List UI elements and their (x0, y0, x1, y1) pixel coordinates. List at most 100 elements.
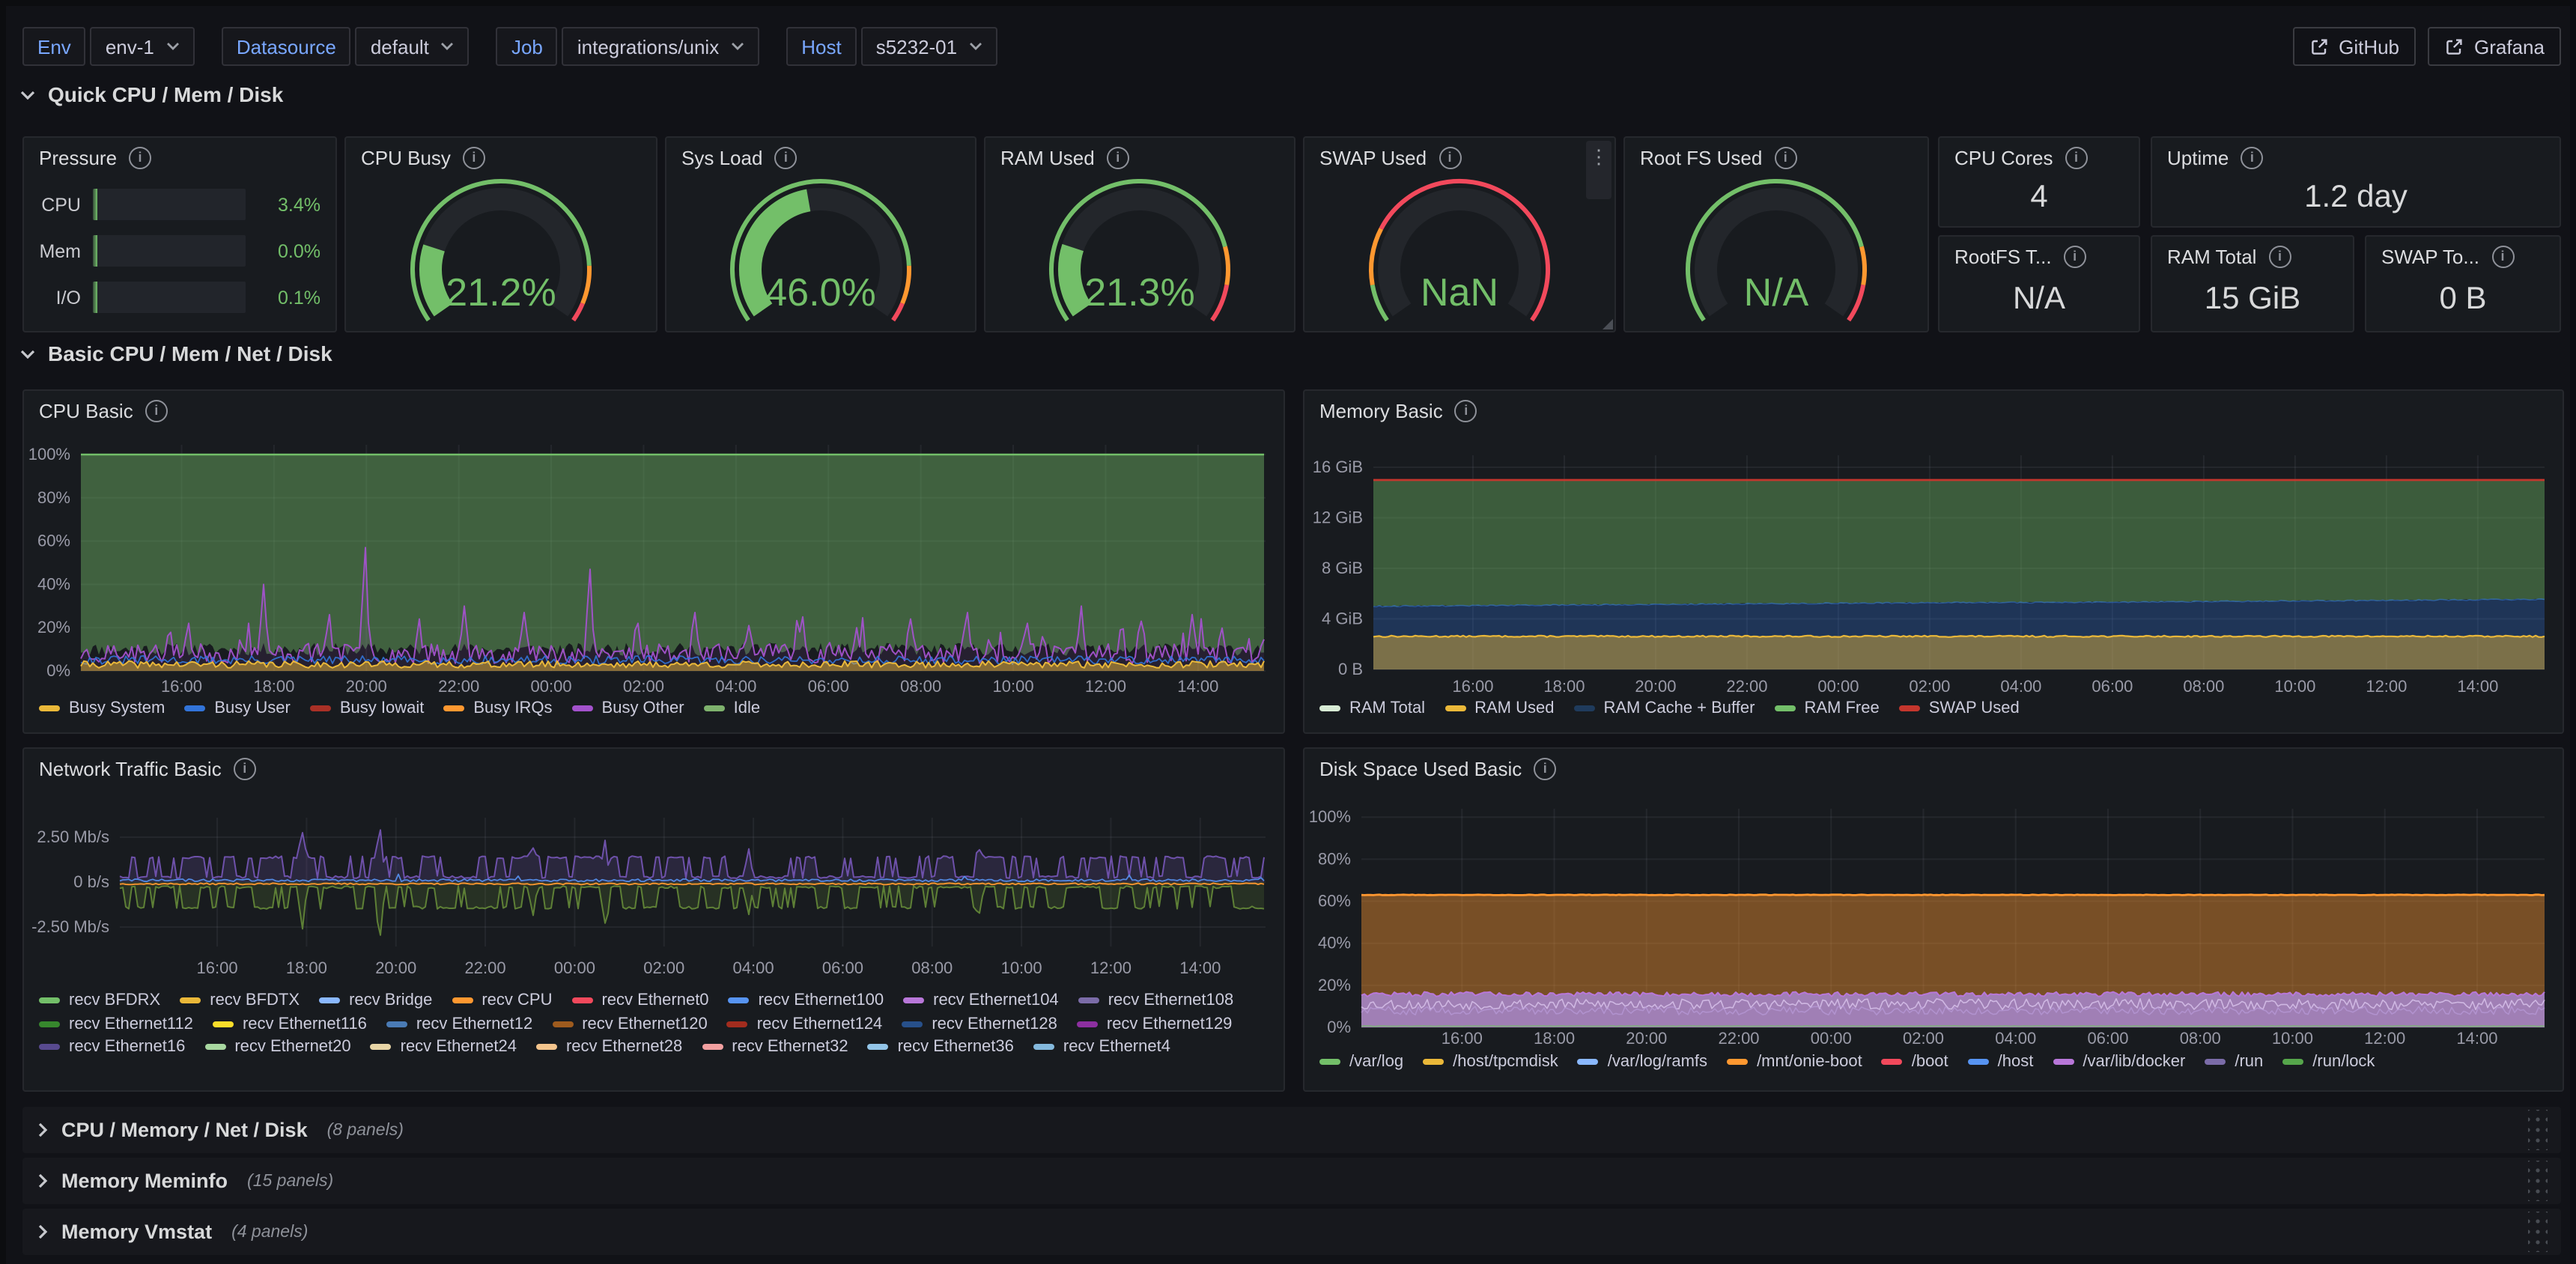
info-icon[interactable]: i (2064, 246, 2086, 268)
legend-item[interactable]: recv CPU (452, 991, 552, 1009)
info-icon[interactable]: i (1107, 147, 1129, 169)
legend-item[interactable]: /var/log/ramfs (1578, 1053, 1707, 1071)
legend-item[interactable]: Idle (704, 699, 761, 717)
panel-title-ram-used[interactable]: RAM Used i (985, 138, 1294, 178)
panel-title-uptime[interactable]: Uptime i (2152, 138, 2560, 178)
panel-title-pressure[interactable]: Pressure i (24, 138, 335, 178)
drag-handle-icon[interactable] (2528, 1212, 2548, 1252)
legend-item[interactable]: /boot (1882, 1053, 1948, 1071)
drag-handle-icon[interactable] (2528, 1161, 2548, 1201)
info-icon[interactable]: i (145, 400, 168, 422)
info-icon[interactable]: i (1439, 147, 1461, 169)
variable-value-host[interactable]: s5232-01 (861, 27, 997, 66)
x-axis-tick-label: 18:00 (253, 677, 294, 696)
legend-item[interactable]: /var/log (1319, 1053, 1403, 1071)
legend-item[interactable]: recv BFDRX (39, 991, 160, 1009)
panel-title-rootfs-used[interactable]: Root FS Used i (1625, 138, 1928, 178)
panel-title-network-traffic[interactable]: Network Traffic Basic i (24, 749, 1284, 789)
info-icon[interactable]: i (234, 758, 256, 780)
panel-title-cpu-basic[interactable]: CPU Basic i (24, 391, 1284, 431)
disk-space-legend: /var/log/host/tpcmdisk/var/log/ramfs/mnt… (1319, 1053, 2557, 1071)
panel-title-swap-total[interactable]: SWAP To... i (2366, 237, 2560, 277)
panel-menu-icon[interactable]: ⋮ (1586, 141, 1611, 199)
info-icon[interactable]: i (2268, 246, 2291, 268)
legend-item[interactable]: recv Ethernet124 (727, 1015, 883, 1033)
legend-item[interactable]: SWAP Used (1899, 699, 2020, 717)
legend-item[interactable]: /run/lock (2282, 1053, 2375, 1071)
legend-item[interactable]: /mnt/onie-boot (1727, 1053, 1862, 1071)
legend-item[interactable]: recv Ethernet24 (371, 1038, 517, 1056)
legend-item[interactable]: /host/tpcmdisk (1423, 1053, 1558, 1071)
legend-item[interactable]: recv Ethernet36 (868, 1038, 1014, 1056)
legend-item[interactable]: recv Ethernet104 (903, 991, 1059, 1009)
legend-item[interactable]: recv Ethernet120 (552, 1015, 708, 1033)
legend-item[interactable]: recv Ethernet116 (213, 1015, 367, 1033)
legend-item[interactable]: RAM Total (1319, 699, 1425, 717)
memory-basic-chart[interactable]: 16:0018:0020:0022:0000:0002:0004:0006:00… (1304, 391, 2563, 732)
info-icon[interactable]: i (2491, 246, 2514, 268)
legend-item[interactable]: Busy IRQs (443, 699, 552, 717)
legend-item[interactable]: RAM Used (1445, 699, 1554, 717)
legend-item[interactable]: recv Ethernet0 (571, 991, 708, 1009)
legend-item[interactable]: /run (2205, 1053, 2263, 1071)
legend-item[interactable]: /var/lib/docker (2053, 1053, 2185, 1071)
legend-item[interactable]: Busy User (184, 699, 291, 717)
legend-item[interactable]: recv Ethernet20 (204, 1038, 350, 1056)
variable-value-datasource[interactable]: default (356, 27, 470, 66)
panel-title-sys-load[interactable]: Sys Load i (666, 138, 975, 178)
panel-title-ram-total[interactable]: RAM Total i (2152, 237, 2353, 277)
legend-item[interactable]: RAM Cache + Buffer (1573, 699, 1755, 717)
info-icon[interactable]: i (774, 147, 797, 169)
legend-item[interactable]: recv Ethernet108 (1078, 991, 1234, 1009)
legend-item[interactable]: Busy System (39, 699, 165, 717)
panel-title-disk-space[interactable]: Disk Space Used Basic i (1304, 749, 2563, 789)
row-memory-meminfo[interactable]: Memory Meminfo (15 panels) (22, 1158, 2561, 1204)
info-icon[interactable]: i (463, 147, 485, 169)
panel-title-memory-basic[interactable]: Memory Basic i (1304, 391, 2563, 431)
panel-title-cpu-busy[interactable]: CPU Busy i (346, 138, 656, 178)
legend-item[interactable]: recv Ethernet4 (1033, 1038, 1170, 1056)
grafana-link-button[interactable]: Grafana (2428, 27, 2561, 66)
variable-label-job[interactable]: Job (496, 27, 558, 66)
legend-item[interactable]: recv Ethernet112 (39, 1015, 193, 1033)
y-axis-tick-label: 8 GiB (1322, 559, 1363, 577)
legend-item[interactable]: recv Ethernet128 (902, 1015, 1057, 1033)
info-icon[interactable]: i (1534, 758, 1556, 780)
legend-item[interactable]: RAM Free (1774, 699, 1879, 717)
variable-label-env[interactable]: Env (22, 27, 86, 66)
legend-item[interactable]: Busy Other (572, 699, 684, 717)
resize-handle[interactable] (1603, 319, 1613, 329)
info-icon[interactable]: i (129, 147, 151, 169)
variable-label-host[interactable]: Host (786, 27, 856, 66)
row-header-basic-cpu-mem-net-disk[interactable]: Basic CPU / Mem / Net / Disk (19, 338, 332, 368)
variable-label-datasource[interactable]: Datasource (222, 27, 351, 66)
variable-value-env[interactable]: env-1 (91, 27, 195, 66)
disk-space-chart[interactable]: 16:0018:0020:0022:0000:0002:0004:0006:00… (1304, 749, 2563, 1090)
x-axis-tick-label: 16:00 (197, 958, 238, 977)
legend-item[interactable]: recv Bridge (319, 991, 432, 1009)
info-icon[interactable]: i (2241, 147, 2263, 169)
panel-title-rootfs-total[interactable]: RootFS T... i (1939, 237, 2139, 277)
cpu-basic-chart[interactable]: 16:0018:0020:0022:0000:0002:0004:0006:00… (24, 391, 1284, 732)
legend-item[interactable]: recv Ethernet28 (536, 1038, 682, 1056)
drag-handle-icon[interactable] (2528, 1110, 2548, 1150)
legend-item[interactable]: recv Ethernet129 (1077, 1015, 1233, 1033)
github-link-button[interactable]: GitHub (2292, 27, 2416, 66)
stat-value: 0 B (2366, 282, 2560, 317)
legend-item[interactable]: /host (1968, 1053, 2034, 1071)
legend-item[interactable]: recv Ethernet16 (39, 1038, 185, 1056)
variable-value-job[interactable]: integrations/unix (562, 27, 759, 66)
legend-item[interactable]: recv Ethernet12 (386, 1015, 532, 1033)
panel-title-cpu-cores[interactable]: CPU Cores i (1939, 138, 2139, 178)
info-icon[interactable]: i (1455, 400, 1477, 422)
row-cpu-memory-net-disk[interactable]: CPU / Memory / Net / Disk (8 panels) (22, 1107, 2561, 1153)
legend-item[interactable]: recv Ethernet100 (729, 991, 884, 1009)
row-memory-vmstat[interactable]: Memory Vmstat (4 panels) (22, 1209, 2561, 1255)
legend-item[interactable]: recv BFDTX (180, 991, 300, 1009)
row-header-quick-cpu-mem-disk[interactable]: Quick CPU / Mem / Disk (19, 79, 283, 109)
info-icon[interactable]: i (1774, 147, 1796, 169)
panel-title-swap-used[interactable]: SWAP Used i (1304, 138, 1614, 178)
info-icon[interactable]: i (2065, 147, 2088, 169)
legend-item[interactable]: recv Ethernet32 (702, 1038, 848, 1056)
legend-item[interactable]: Busy Iowait (310, 699, 425, 717)
